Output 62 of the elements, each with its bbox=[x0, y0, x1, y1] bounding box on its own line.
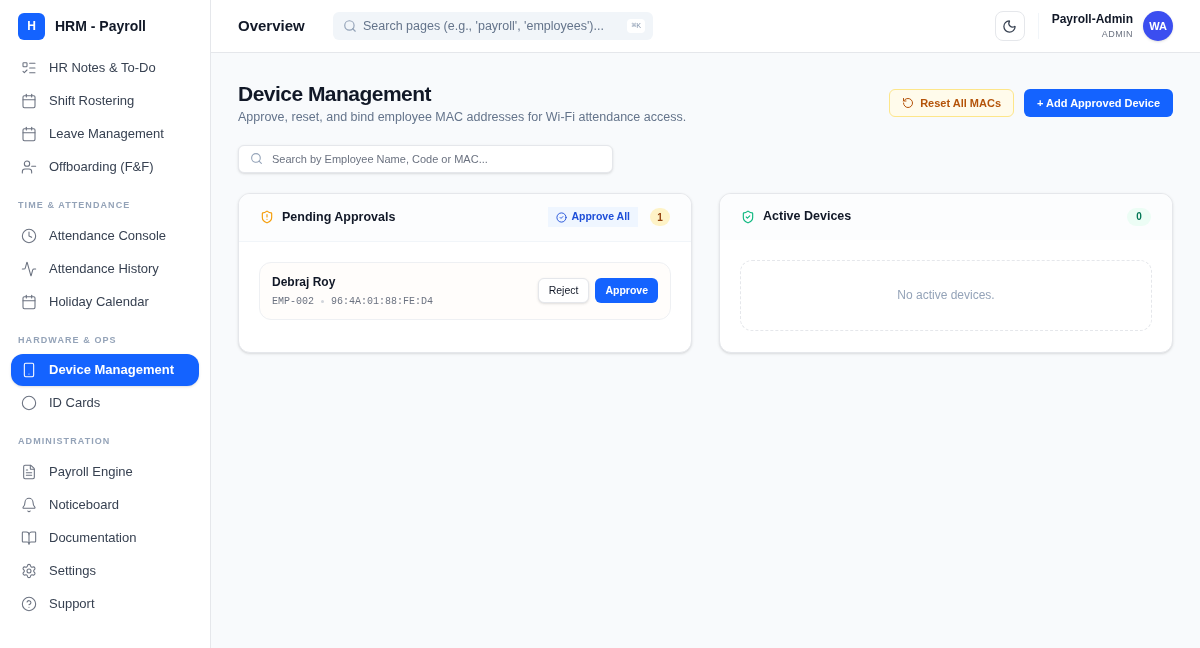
sidebar-item[interactable]: Support bbox=[11, 587, 199, 620]
check-circle-icon bbox=[556, 211, 568, 223]
phone-icon bbox=[21, 362, 37, 378]
page-title: Device Management bbox=[238, 81, 433, 107]
card-title: Active Devices bbox=[763, 208, 853, 226]
logo-icon: H bbox=[18, 12, 45, 40]
sidebar-item[interactable]: Payroll Engine bbox=[11, 455, 199, 488]
sidebar-item[interactable]: Leave Management bbox=[11, 118, 199, 150]
sidebar-item[interactable]: HR Notes & To-Do bbox=[11, 52, 199, 84]
book-icon bbox=[21, 529, 37, 546]
add-device-button[interactable]: + Add Approved Device bbox=[1024, 89, 1173, 117]
header-title: Overview bbox=[238, 15, 306, 36]
clock-icon bbox=[21, 227, 37, 244]
reset-icon bbox=[902, 97, 915, 109]
shield-alert-icon bbox=[260, 210, 274, 225]
shield-check-icon bbox=[741, 209, 755, 224]
pulse-icon bbox=[21, 260, 37, 277]
sidebar-item[interactable]: ID Cards bbox=[11, 387, 199, 419]
approve-button[interactable]: Approve bbox=[595, 278, 658, 304]
circle-icon bbox=[21, 395, 37, 411]
employee-name: Debraj Roy bbox=[272, 273, 337, 291]
reset-button[interactable]: Reset All MACs bbox=[889, 89, 1015, 117]
page-subtitle: Approve, reset, and bind employee MAC addresses for Wi-Fi attendance access. bbox=[238, 109, 687, 126]
sidebar-item[interactable]: Noticeboard bbox=[11, 488, 199, 521]
settings-icon bbox=[21, 562, 37, 579]
checklist-icon bbox=[21, 60, 37, 76]
sidebar-item[interactable]: Settings bbox=[11, 554, 199, 587]
section-heading: TIME & ATTENDANCE bbox=[17, 199, 132, 212]
approve-all-button[interactable]: Approve All bbox=[548, 207, 638, 228]
avatar[interactable]: WA bbox=[1143, 11, 1173, 41]
sidebar-item[interactable]: Attendance History bbox=[11, 252, 199, 285]
section-heading: HARDWARE & OPS bbox=[17, 333, 118, 347]
mac-address: 96:4A:01:88:FE:D4 bbox=[331, 294, 434, 309]
section-heading: ADMINISTRATION bbox=[17, 435, 112, 448]
employee-code: EMP-002 bbox=[272, 294, 314, 309]
bell-icon bbox=[21, 496, 37, 513]
sidebar-item[interactable]: Device Management bbox=[11, 354, 199, 386]
moon-icon bbox=[1002, 18, 1018, 34]
sidebar-item[interactable]: Attendance Console bbox=[11, 219, 199, 252]
sidebar-item[interactable]: Holiday Calendar bbox=[11, 285, 199, 318]
empty-state: No active devices. bbox=[740, 259, 1152, 331]
user-role: ADMIN bbox=[1101, 28, 1133, 42]
count-badge: 0 bbox=[1127, 207, 1151, 226]
calendar-icon bbox=[21, 126, 37, 142]
document-icon bbox=[21, 463, 37, 480]
app-name: HRM - Payroll bbox=[55, 16, 146, 36]
sidebar-item[interactable]: Documentation bbox=[11, 521, 199, 554]
search-icon bbox=[250, 151, 263, 165]
search-icon bbox=[343, 19, 357, 33]
card-title: Pending Approvals bbox=[282, 208, 397, 226]
reject-button[interactable]: Reject bbox=[537, 278, 590, 304]
user-minus-icon bbox=[21, 159, 37, 175]
calendar-icon bbox=[21, 93, 37, 109]
count-badge: 1 bbox=[650, 208, 670, 227]
calendar-icon bbox=[21, 293, 37, 310]
shortcut-key: ⌘K bbox=[627, 19, 645, 33]
user-name: Payroll-Admin bbox=[1051, 11, 1133, 29]
employee-search-field[interactable]: Search by Employee Name, Code or MAC... bbox=[238, 144, 613, 173]
help-icon bbox=[21, 595, 37, 612]
sidebar-item[interactable]: Offboarding (F&F) bbox=[11, 151, 199, 183]
theme-toggle-button[interactable] bbox=[994, 11, 1025, 41]
sidebar-item[interactable]: Shift Rostering bbox=[11, 85, 199, 117]
